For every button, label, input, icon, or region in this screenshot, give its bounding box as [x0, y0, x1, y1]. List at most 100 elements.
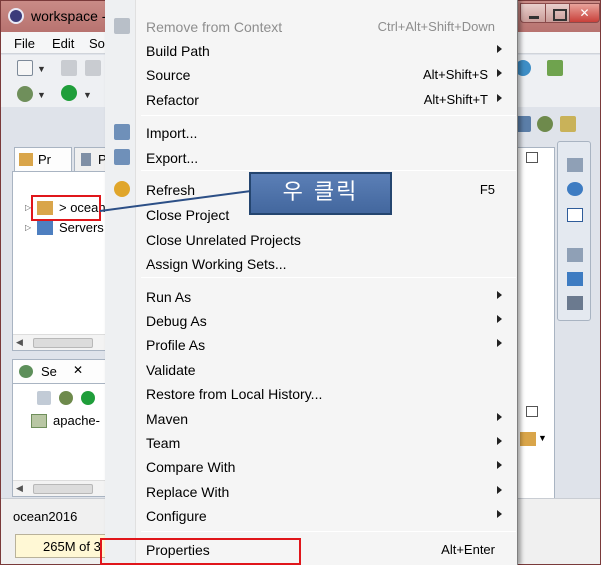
debug-perspective-icon[interactable]: [537, 116, 553, 132]
menu-item-remove-from-context[interactable]: Remove from Context Ctrl+Alt+Shift+Down: [105, 14, 517, 38]
console-icon[interactable]: [567, 208, 583, 222]
submenu-arrow-icon: [497, 315, 502, 323]
menu-item-label: Maven: [146, 411, 189, 427]
menu-item-replace-with[interactable]: Replace With: [105, 479, 517, 503]
maximize-view-icon[interactable]: [526, 406, 538, 417]
submenu-arrow-icon: [497, 339, 502, 347]
window-title: workspace -: [31, 8, 107, 24]
folder-icon: [37, 221, 53, 235]
menu-separator: [141, 115, 516, 116]
submenu-arrow-icon: [497, 69, 502, 77]
menu-file[interactable]: File: [14, 36, 35, 51]
properties-view-icon[interactable]: [567, 296, 583, 310]
scroll-left-icon[interactable]: ◀: [16, 337, 23, 348]
menu-separator: [141, 277, 516, 278]
menu-item-configure[interactable]: Configure: [105, 503, 517, 527]
maximize-view-icon[interactable]: [526, 152, 538, 163]
callout-label: 우 클릭: [249, 172, 392, 215]
tab-package-explorer[interactable]: Pr: [14, 147, 72, 171]
task-icon[interactable]: [520, 432, 536, 446]
explorer-icon: [81, 153, 91, 166]
close-button[interactable]: ✕: [569, 3, 600, 23]
hierarchy-icon[interactable]: [567, 272, 583, 286]
context-menu: Remove from Context Ctrl+Alt+Shift+Down Bu…: [105, 0, 518, 565]
menu-item-assign-working-sets[interactable]: Assign Working Sets...: [105, 251, 517, 275]
menu-separator: [141, 170, 516, 171]
scroll-thumb[interactable]: [33, 484, 93, 494]
submenu-arrow-icon: [497, 291, 502, 299]
tab-servers[interactable]: Se ✕: [13, 360, 111, 384]
submenu-arrow-icon: [497, 510, 502, 518]
chevron-down-icon[interactable]: ▼: [83, 90, 92, 100]
submenu-arrow-icon: [497, 461, 502, 469]
horizontal-scrollbar[interactable]: ◀: [13, 334, 111, 350]
highlight-properties-box: [100, 538, 301, 565]
restore-icon[interactable]: [567, 248, 583, 262]
debug-server-icon[interactable]: [59, 391, 73, 405]
minimize-button[interactable]: [520, 3, 546, 23]
minimized-views-trim: [557, 141, 591, 321]
menu-item-build-path[interactable]: Build Path: [105, 38, 517, 62]
menu-item-label: Refactor: [146, 92, 199, 108]
submenu-arrow-icon: [497, 437, 502, 445]
scroll-thumb[interactable]: [33, 338, 93, 348]
server-icon: [31, 414, 47, 428]
menu-item-label: Team: [146, 435, 181, 451]
submenu-arrow-icon: [497, 94, 502, 102]
window-controls: ✕: [520, 3, 600, 23]
menu-edit[interactable]: Edit: [52, 36, 74, 51]
menu-item-shortcut: Alt+Shift+T: [423, 92, 488, 107]
menu-item-label: Replace With: [146, 484, 230, 500]
menu-item-restore-from-local-history[interactable]: Restore from Local History...: [105, 381, 517, 405]
menu-item-team[interactable]: Team: [105, 430, 517, 454]
menu-item-shortcut: Ctrl+Alt+Shift+Down: [377, 19, 495, 34]
submenu-arrow-icon: [497, 45, 502, 53]
open-perspective-icon[interactable]: [547, 60, 563, 76]
submenu-arrow-icon: [497, 413, 502, 421]
package-icon: [19, 153, 33, 166]
java-perspective-icon[interactable]: [560, 116, 576, 132]
menu-item-import[interactable]: Import...: [105, 120, 517, 144]
menu-item-label: Configure: [146, 508, 207, 524]
chevron-down-icon[interactable]: ▼: [538, 433, 547, 443]
menu-item-shortcut: F5: [479, 182, 495, 197]
close-icon[interactable]: ✕: [73, 363, 83, 377]
menu-item-label: Profile As: [146, 337, 206, 353]
menu-item-label: Source: [146, 67, 191, 83]
save-icon[interactable]: [61, 60, 77, 76]
new-icon[interactable]: [17, 60, 33, 76]
menu-item-shortcut: Alt+Shift+S: [422, 67, 488, 82]
chevron-down-icon[interactable]: ▼: [37, 64, 46, 74]
menu-item-label: Restore from Local History...: [146, 386, 323, 402]
maximize-button[interactable]: [545, 3, 570, 23]
servers-view: Se ✕ apache- ◀: [12, 359, 112, 497]
refresh-icon: [114, 181, 130, 197]
menu-item-source[interactable]: Source Alt+Shift+S: [105, 62, 517, 86]
debug-icon[interactable]: [17, 86, 33, 102]
servers-icon: [19, 365, 33, 378]
menu-item-label: Run As: [146, 289, 192, 305]
collapse-icon[interactable]: [37, 391, 51, 405]
menu-item-label: Import...: [146, 125, 198, 141]
expand-arrow-icon[interactable]: ▷: [25, 223, 31, 232]
menu-item-close-unrelated-projects[interactable]: Close Unrelated Projects: [105, 227, 517, 251]
scroll-left-icon[interactable]: ◀: [16, 483, 23, 494]
menu-item-compare-with[interactable]: Compare With: [105, 454, 517, 478]
menu-item-debug-as[interactable]: Debug As: [105, 308, 517, 332]
horizontal-scrollbar[interactable]: ◀: [13, 480, 111, 496]
menu-item-export[interactable]: Export...: [105, 145, 517, 169]
menu-item-refactor[interactable]: Refactor Alt+Shift+T: [105, 87, 517, 111]
menu-item-validate[interactable]: Validate: [105, 357, 517, 381]
menu-item-profile-as[interactable]: Profile As: [105, 332, 517, 356]
save-all-icon[interactable]: [85, 60, 101, 76]
menu-item-maven[interactable]: Maven: [105, 406, 517, 430]
chevron-down-icon[interactable]: ▼: [37, 90, 46, 100]
export-icon: [114, 149, 130, 165]
run-icon[interactable]: [61, 85, 77, 101]
start-server-icon[interactable]: [81, 391, 95, 405]
outline-icon[interactable]: [567, 182, 583, 196]
restore-icon[interactable]: [567, 158, 583, 172]
menu-item-run-as[interactable]: Run As: [105, 284, 517, 308]
menu-item-label: Close Unrelated Projects: [146, 232, 301, 248]
menu-item-label: Remove from Context: [146, 19, 283, 35]
